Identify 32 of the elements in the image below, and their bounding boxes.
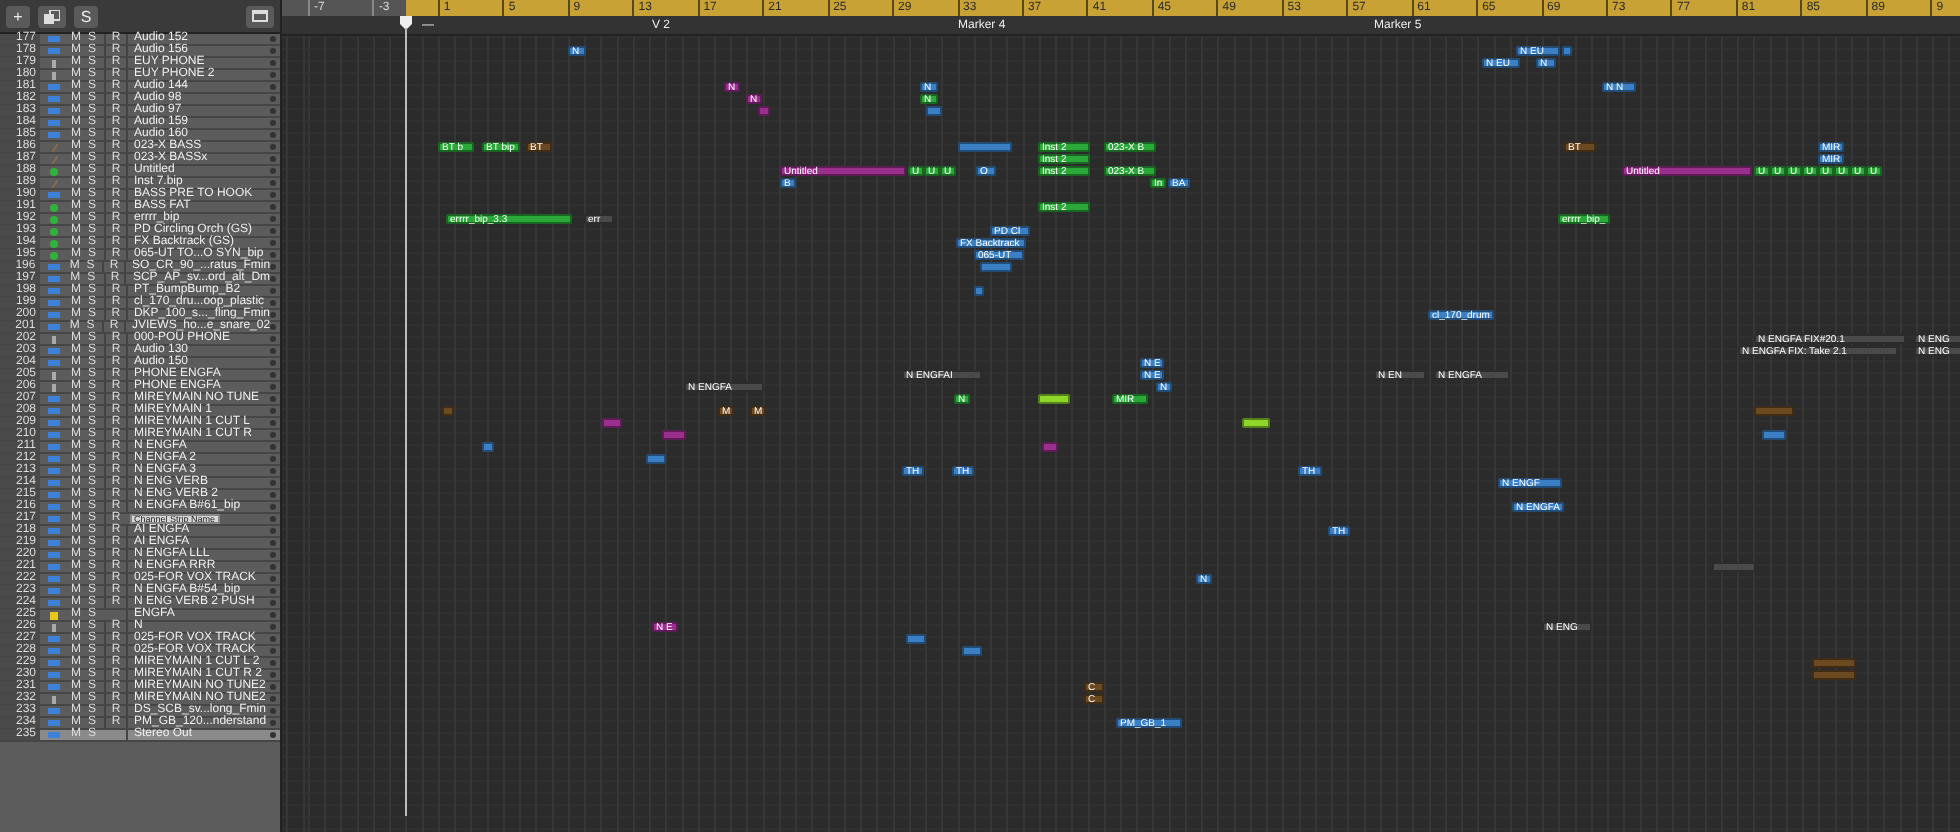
region[interactable] <box>442 406 454 416</box>
region[interactable] <box>1812 670 1856 680</box>
window-icon <box>252 10 268 22</box>
region[interactable] <box>602 418 622 428</box>
solo-button[interactable]: S <box>74 5 98 27</box>
region[interactable] <box>926 106 942 116</box>
duplicate-icon <box>44 9 60 23</box>
region[interactable] <box>906 634 926 644</box>
region[interactable] <box>962 646 982 656</box>
region[interactable] <box>1562 46 1572 56</box>
add-track-button[interactable]: + <box>6 5 30 27</box>
region[interactable] <box>758 106 770 116</box>
region[interactable] <box>662 430 686 440</box>
waveform-track-icon <box>48 192 60 198</box>
playhead[interactable] <box>400 16 412 816</box>
aux-icon <box>50 611 58 619</box>
region[interactable] <box>1812 658 1856 668</box>
region[interactable] <box>482 442 494 452</box>
instrument-icon <box>50 167 58 175</box>
duplicate-track-button[interactable] <box>38 5 66 27</box>
region[interactable] <box>958 142 1012 152</box>
region[interactable] <box>646 454 666 464</box>
region[interactable] <box>1762 430 1786 440</box>
region[interactable] <box>1712 562 1756 572</box>
region[interactable] <box>1242 418 1270 428</box>
collapse-button[interactable] <box>246 5 274 27</box>
midi-icon <box>51 179 57 187</box>
region[interactable] <box>1754 406 1794 416</box>
region[interactable] <box>974 286 984 296</box>
region[interactable] <box>980 262 1012 272</box>
region[interactable] <box>1038 394 1070 404</box>
region[interactable] <box>1042 442 1058 452</box>
